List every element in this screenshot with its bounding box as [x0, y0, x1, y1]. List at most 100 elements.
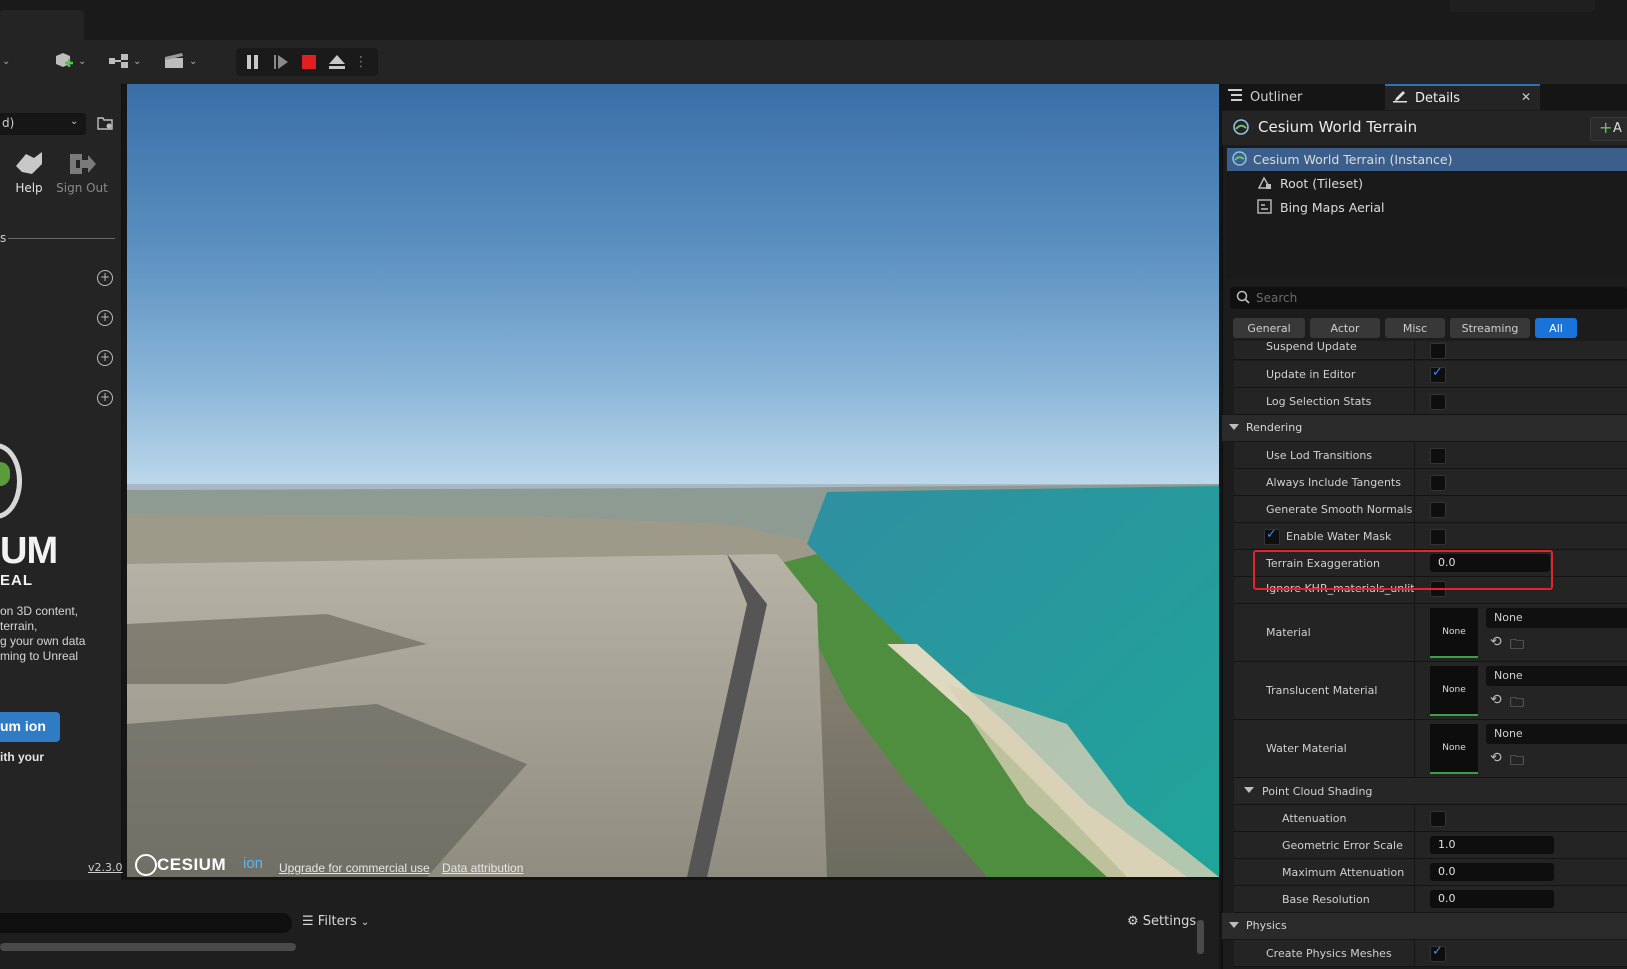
connect-ion-button[interactable]: um ion [0, 712, 60, 742]
filter-tab-misc[interactable]: Misc [1385, 318, 1445, 338]
prop-label: Water Material [1266, 742, 1347, 755]
details-search-input[interactable]: Search [1230, 287, 1627, 309]
vertical-scrollbar[interactable] [1197, 920, 1204, 954]
translucent-material-thumbnail[interactable]: None [1430, 666, 1478, 716]
add-item-1-icon[interactable]: + [97, 270, 113, 286]
prop-label: Always Include Tangents [1266, 475, 1401, 489]
add-item-3-icon[interactable]: + [97, 350, 113, 366]
add-actor-icon[interactable] [52, 50, 76, 72]
browse-folder-icon[interactable]: 🗀 [1510, 692, 1524, 716]
search-icon [1236, 290, 1250, 307]
column-divider [1414, 805, 1415, 831]
geometric-error-scale-value: 1.0 [1438, 838, 1456, 851]
prop-row-geometric-error-scale: Geometric Error Scale 1.0 [1234, 832, 1627, 859]
upgrade-link[interactable]: Upgrade for commercial use [279, 861, 430, 875]
material-asset-picker[interactable]: None [1486, 608, 1627, 628]
base-resolution-input[interactable]: 0.0 [1430, 890, 1554, 908]
settings-label: Settings [1142, 914, 1197, 929]
add-item-2-icon[interactable]: + [97, 310, 113, 326]
prop-label: Create Physics Meshes [1266, 946, 1392, 960]
level-viewport[interactable]: CESIUM ion Upgrade for commercial use Da… [127, 84, 1219, 877]
translucent-material-asset-picker[interactable]: None [1486, 666, 1627, 686]
cesium-globe-icon [1232, 150, 1247, 169]
add-component-button[interactable]: + A [1590, 117, 1627, 141]
viewport-logo-text: CESIUM [157, 855, 227, 874]
water-material-asset-picker[interactable]: None [1486, 724, 1627, 744]
browse-folder-icon[interactable] [97, 116, 113, 133]
data-attribution-link[interactable]: Data attribution [442, 861, 523, 875]
prop-label: Translucent Material [1266, 684, 1378, 697]
enable-water-mask-edit-condition-checkbox[interactable] [1264, 527, 1280, 545]
prop-label: Use Lod Transitions [1266, 448, 1373, 462]
reset-arrow-icon[interactable]: ⟲ [1490, 634, 1502, 650]
always-include-tangents-checkbox[interactable] [1430, 475, 1446, 491]
reset-arrow-icon[interactable]: ⟲ [1490, 750, 1502, 766]
collapse-arrow-icon [1229, 922, 1239, 928]
prop-label: Suspend Update [1266, 339, 1357, 353]
category-physics[interactable]: Physics [1222, 913, 1627, 940]
material-thumbnail[interactable]: None [1430, 608, 1478, 658]
filter-tab-actor[interactable]: Actor [1310, 318, 1380, 338]
cinematics-icon[interactable] [162, 50, 186, 72]
category-label: Physics [1246, 919, 1287, 932]
browse-folder-icon[interactable]: 🗀 [1510, 750, 1524, 774]
create-physics-meshes-checkbox[interactable] [1430, 944, 1446, 962]
filter-tab-all[interactable]: All [1535, 318, 1577, 338]
add-component-label: A [1613, 121, 1622, 136]
category-rendering[interactable]: Rendering [1222, 415, 1627, 442]
enable-water-mask-checkbox[interactable] [1430, 529, 1446, 545]
settings-button[interactable]: ⚙ Settings [1127, 914, 1196, 929]
blueprint-chevron-icon[interactable]: ⌄ [133, 50, 141, 72]
tab-details[interactable]: Details ✕ [1385, 84, 1540, 110]
attenuation-checkbox[interactable] [1430, 811, 1446, 827]
generate-smooth-normals-checkbox[interactable] [1430, 502, 1446, 518]
sign-out-button[interactable]: Sign Out [56, 150, 108, 195]
water-material-thumbnail[interactable]: None [1430, 724, 1478, 774]
level-tab[interactable] [0, 10, 84, 40]
add-item-4-icon[interactable]: + [97, 390, 113, 406]
cinematics-chevron-icon[interactable]: ⌄ [189, 50, 197, 72]
browse-folder-icon[interactable]: 🗀 [1510, 634, 1524, 658]
category-point-cloud-shading[interactable]: Point Cloud Shading [1234, 778, 1627, 805]
frame-skip-icon[interactable] [270, 52, 292, 72]
annotation-highlight-box [1253, 550, 1553, 590]
stop-icon[interactable] [298, 52, 320, 72]
prop-label: Generate Smooth Normals [1266, 502, 1413, 516]
prop-row-create-physics-meshes: Create Physics Meshes [1234, 940, 1627, 967]
sign-out-label: Sign Out [56, 181, 108, 195]
reset-arrow-icon[interactable]: ⟲ [1490, 692, 1502, 708]
more-options-icon[interactable]: ⋮ [350, 52, 372, 72]
prop-row-enable-water-mask: Enable Water Mask [1234, 523, 1627, 550]
version-link[interactable]: v2.3.0 [88, 861, 123, 874]
maximum-attenuation-input[interactable]: 0.0 [1430, 863, 1554, 881]
collapse-arrow-icon [1229, 424, 1239, 430]
eject-icon[interactable] [326, 52, 348, 72]
blueprint-icon[interactable] [107, 50, 131, 72]
update-in-editor-checkbox[interactable] [1430, 365, 1446, 383]
log-selection-stats-checkbox[interactable] [1430, 394, 1446, 410]
project-select[interactable]: d) ⌄ [0, 113, 86, 135]
tab-outliner[interactable]: Outliner [1228, 84, 1368, 110]
geometric-error-scale-input[interactable]: 1.0 [1430, 836, 1554, 854]
suspend-update-checkbox[interactable] [1430, 343, 1446, 359]
column-divider [1414, 662, 1415, 719]
prop-row-water-material: Water Material None None ⟲ 🗀 [1234, 720, 1627, 778]
pause-icon[interactable] [242, 52, 264, 72]
close-tab-icon[interactable]: ✕ [1521, 90, 1531, 104]
content-search-input[interactable] [0, 913, 292, 933]
prop-label: Maximum Attenuation [1282, 865, 1405, 879]
filter-tab-streaming[interactable]: Streaming [1450, 318, 1530, 338]
title-right-area [1450, 0, 1595, 12]
mode-dropdown-chevron-icon[interactable]: ⌄ [2, 50, 10, 72]
tree-row[interactable]: Cesium World Terrain (Instance) [1227, 148, 1627, 171]
column-divider [1414, 523, 1415, 549]
tree-row[interactable]: Bing Maps Aerial [1227, 196, 1627, 219]
horizontal-scrollbar[interactable] [0, 943, 296, 951]
use-lod-transitions-checkbox[interactable] [1430, 448, 1446, 464]
filter-tab-general[interactable]: General [1233, 318, 1305, 338]
prop-label: Material [1266, 626, 1311, 639]
add-actor-chevron-icon[interactable]: ⌄ [78, 50, 86, 72]
filters-button[interactable]: ☰ Filters ⌄ [302, 914, 369, 929]
help-button[interactable]: Help [10, 148, 48, 195]
tree-row[interactable]: Root (Tileset) [1227, 172, 1627, 195]
